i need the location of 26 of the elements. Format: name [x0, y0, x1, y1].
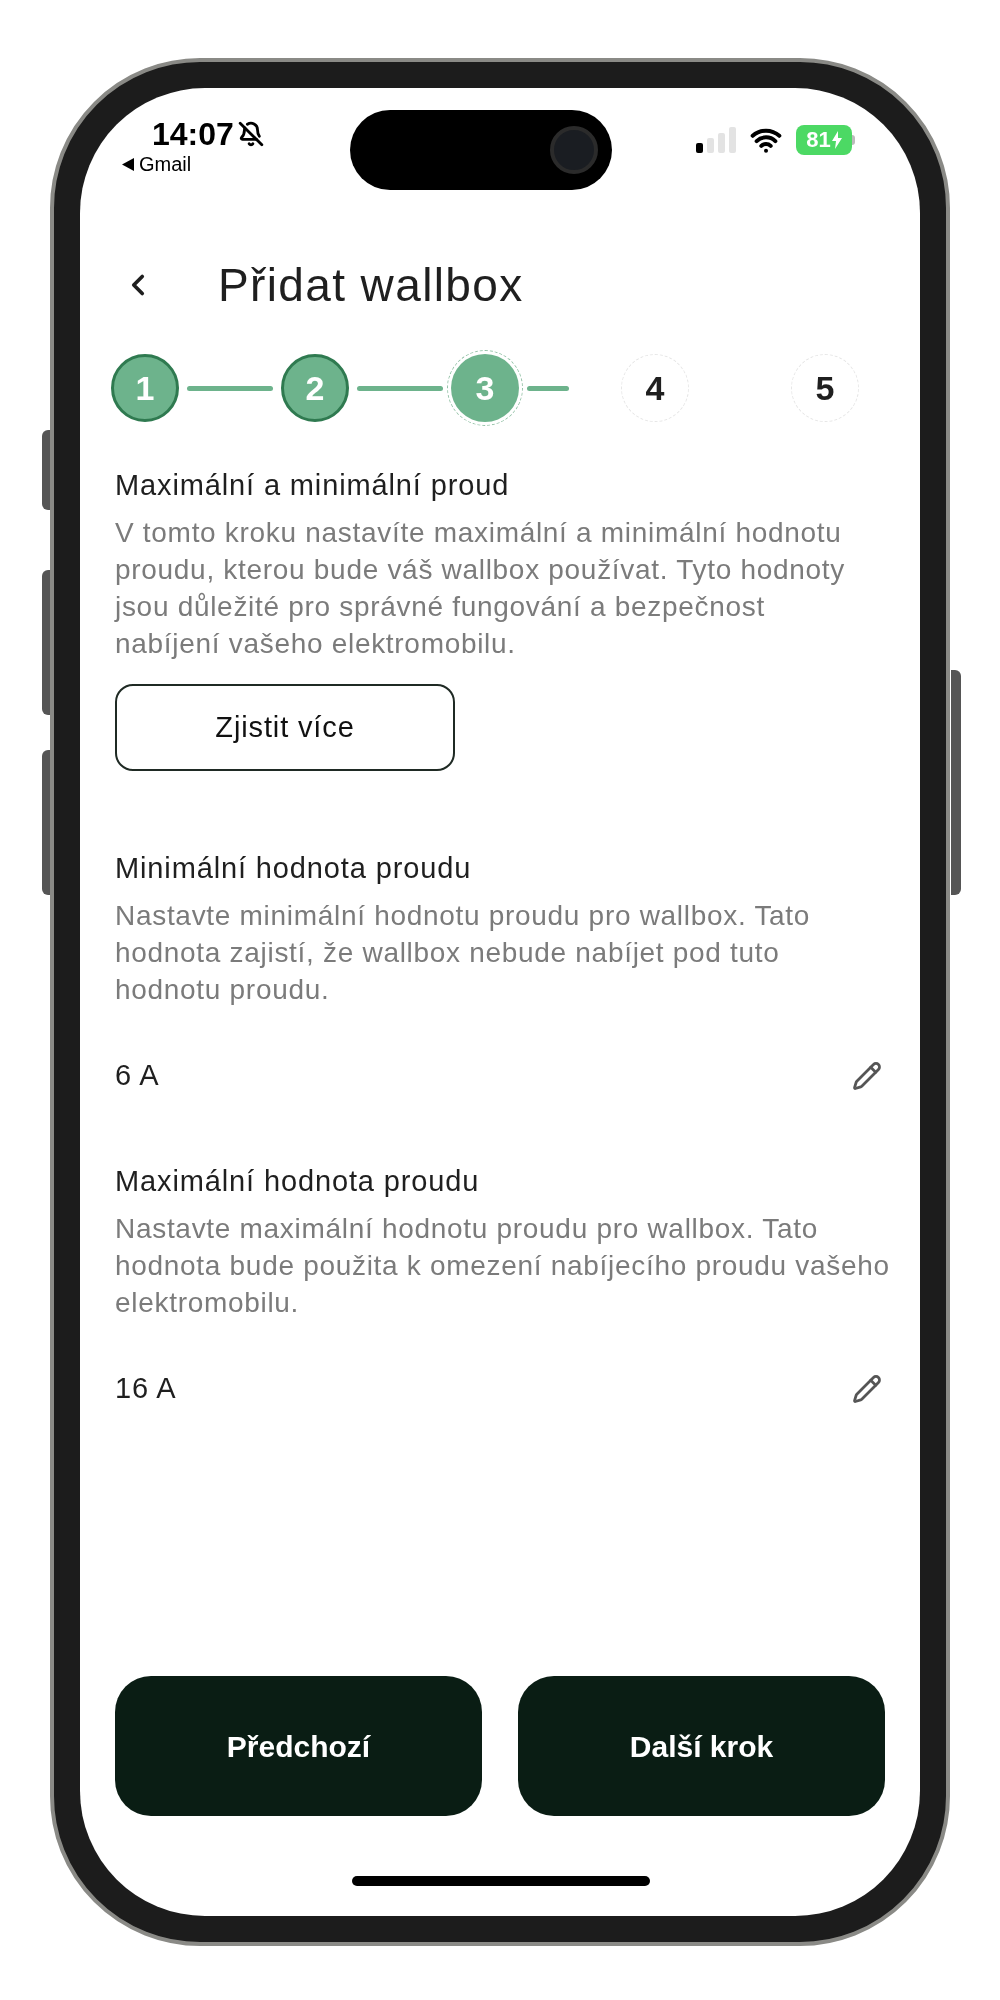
pencil-icon: [852, 1374, 882, 1404]
clock-time: 14:07: [152, 118, 234, 150]
back-app-link[interactable]: Gmail: [139, 154, 192, 174]
step-indicator: 1: [111, 354, 179, 422]
previous-button[interactable]: Předchozí: [115, 1676, 482, 1816]
step-indicator: 2: [281, 354, 349, 422]
step-indicator: 3: [451, 354, 519, 422]
step-indicator: 5: [791, 354, 859, 422]
next-button[interactable]: Další krok: [518, 1676, 885, 1816]
step-connector: [527, 385, 569, 391]
step-indicator: 4: [621, 354, 689, 422]
setting-value: 16 A: [115, 1371, 177, 1407]
setting-description: Nastavte minimální hodnotu proudu pro wallbox. Tato hodnota zajistí, že wallbox nebude nabíjet pod tuto hodnotu proudu.: [115, 899, 812, 1007]
setting-title: Maximální hodnota proudu: [115, 1164, 481, 1198]
setting-title: Minimální hodnota proudu: [115, 851, 473, 885]
camera-lens: [550, 126, 598, 174]
page-title: Přidat wallbox: [218, 262, 524, 308]
battery-level: 81: [806, 129, 831, 151]
setting-description: Nastavte maximální hodnotu proudu pro wallbox. Tato hodnota bude použita k omezení nabíjecího proudu vašeho elektromobilu.: [115, 1212, 890, 1320]
pencil-icon: [852, 1061, 882, 1091]
section-title: Maximální a minimální proud: [115, 468, 511, 502]
signal-icon: [696, 127, 736, 153]
section-description: V tomto kroku nastavíte maximální a minimální hodnotu proudu, kterou bude váš wallbox používat. Tyto hodnoty jsou důležité pro správné fungování a bezpečnost nabíjení vašeho elektromobilu.: [115, 516, 846, 661]
back-triangle-icon: [122, 157, 134, 171]
setting-value: 6 A: [115, 1058, 160, 1094]
learn-more-button[interactable]: Zjistit více: [115, 684, 455, 771]
